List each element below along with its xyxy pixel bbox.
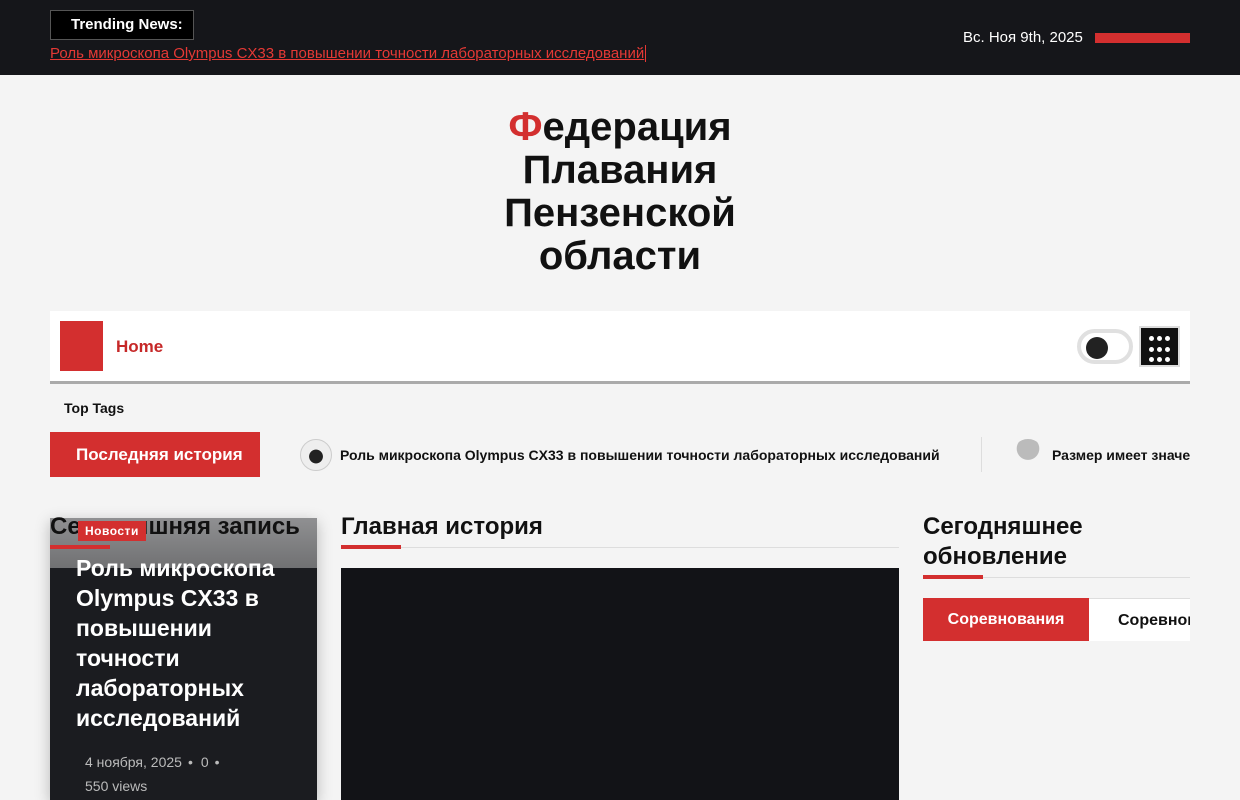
featured-post-meta: 4 ноября, 2025 • 0 • 550 views [85,754,220,794]
latest-story-label: Последняя история [50,432,260,477]
featured-post-title[interactable]: Роль микроскопа Olympus CX33 в повышении… [76,553,301,733]
section-title-main-story: Главная история [341,513,543,540]
grid-dot-icon [1149,357,1154,363]
grid-dot-icon [1165,346,1170,352]
tab-competitions-active[interactable]: Соревнования [923,598,1089,641]
tab-competitions[interactable]: Соревнования [1089,598,1190,641]
grid-dot-icon [1165,336,1170,341]
latest-story-ticker: Роль микроскопа Olympus CX33 в повышении… [300,432,1190,477]
main-nav: Home [50,311,1190,384]
article-thumb-icon [1012,438,1044,471]
section-divider [341,547,899,548]
site-logo[interactable]: Федерация Плавания Пензенской области [470,106,770,278]
grid-dot-icon [1149,336,1154,341]
menu-toggle-button[interactable] [60,321,103,371]
grid-dot-icon [1157,346,1162,352]
section-title-today-update: Сегодняшнее обновление [923,513,1083,570]
ticker-item-title: Роль микроскопа Olympus CX33 в повышении… [340,446,940,463]
section-accent [923,575,983,579]
topbar-accent-bar [1095,33,1190,43]
post-comments[interactable]: 0 [201,754,209,770]
post-date: 4 ноября, 2025 [85,754,182,770]
section-accent [341,545,401,549]
top-tags-label: Top Tags [64,400,125,416]
ticker-item[interactable]: Размер имеет значение [1012,432,1190,477]
main-story-image[interactable] [341,568,899,800]
ticker-item[interactable]: Роль микроскопа Olympus CX33 в повышении… [300,432,940,477]
grid-dot-icon [1149,346,1154,352]
grid-dot-icon [1157,357,1162,363]
ticker-item-title: Размер имеет значение [1052,446,1190,463]
microscope-thumb-icon [300,438,332,471]
grid-dot-icon [1165,357,1170,363]
toggle-knob [1086,337,1108,359]
logo-first-letter: Ф [508,105,543,149]
section-accent [50,545,110,549]
grid-dot-icon [1157,336,1162,341]
apps-grid-button[interactable] [1139,326,1180,367]
dark-mode-toggle[interactable] [1077,329,1133,364]
category-badge[interactable]: Новости [78,521,146,541]
trending-label: Trending News: [50,10,194,40]
nav-item-home[interactable]: Home [116,337,163,357]
top-bar: Trending News: Роль микроскопа Olympus C… [0,0,1240,75]
post-views: 550 views [85,778,148,794]
current-date: Вс. Ноя 9th, 2025 [963,29,1083,46]
ticker-divider [981,437,982,472]
trending-news-link[interactable]: Роль микроскопа Olympus CX33 в повышении… [50,45,647,62]
